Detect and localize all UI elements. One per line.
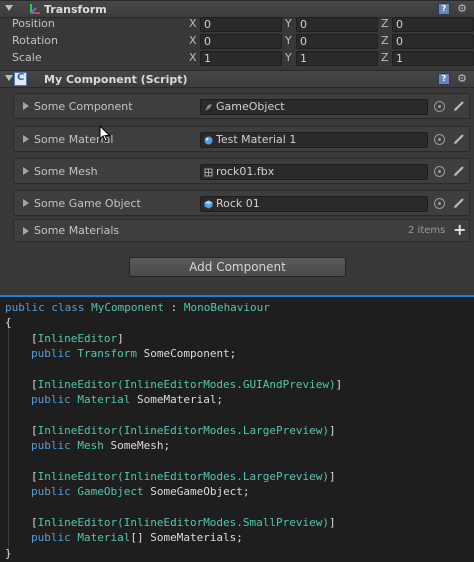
transform-icon [30,4,40,14]
code-line: [InlineEditor(InlineEditorModes.LargePre… [31,470,336,483]
scale-z-field[interactable]: 1 [392,51,474,66]
help-icon[interactable]: ? [438,3,450,15]
code-line: [InlineEditor(InlineEditorModes.LargePre… [31,424,336,437]
expand-arrow-icon[interactable] [23,102,29,110]
code-line: [InlineEditor(InlineEditorModes.GUIAndPr… [31,378,343,391]
pen-icon[interactable] [452,132,466,146]
object-picker-icon[interactable] [434,101,445,112]
position-row: Position X0 Y0 Z0 [0,16,474,33]
slot-some-component[interactable]: Some Component GameObject [13,93,470,119]
object-field[interactable]: rock01.fbx [200,164,428,180]
code-line: [InlineEditor(InlineEditorModes.SmallPre… [31,516,336,529]
slot-label: Some Component [34,100,133,113]
scale-y-field[interactable]: 1 [296,51,378,66]
inspector-panel: Transform ? ⚙ Position X0 Y0 Z0 Rotation… [0,0,474,295]
mouse-cursor-icon [99,125,111,143]
prefab-icon [204,200,213,209]
transform-title: Transform [44,2,107,16]
pen-icon[interactable] [452,196,466,210]
expand-arrow-icon[interactable] [23,167,29,175]
slot-label: Some Game Object [34,197,141,210]
slot-some-game-object[interactable]: Some Game Object Rock 01 [13,190,470,216]
add-item-icon[interactable]: + [453,220,466,239]
scale-row: Scale X1 Y1 Z1 [0,50,474,67]
scale-x-field[interactable]: 1 [200,51,282,66]
expand-arrow-icon[interactable] [23,135,29,143]
material-icon [204,136,213,145]
rotation-x-field[interactable]: 0 [200,34,282,49]
indent-guide [8,321,9,557]
add-component-button[interactable]: Add Component [129,257,346,277]
slot-label: Some Materials [34,224,120,237]
code-line: public Material[] SomeMaterials; [31,531,243,544]
position-label: Position [12,17,55,30]
rotation-label: Rotation [12,34,59,47]
mesh-icon [204,168,213,177]
position-z-field[interactable]: 0 [392,17,474,32]
object-picker-icon[interactable] [434,198,445,209]
gear-icon[interactable]: ⚙ [456,73,468,85]
object-picker-icon[interactable] [434,166,445,177]
my-component-header[interactable]: My Component (Script) ? ⚙ [0,70,474,88]
code-editor: public class MyComponent : MonoBehaviour… [0,295,474,562]
code-line: public Transform SomeComponent; [31,347,237,360]
rotation-y-field[interactable]: 0 [296,34,378,49]
expand-arrow-icon[interactable] [23,199,29,207]
gameobject-icon [205,104,212,111]
pen-icon[interactable] [452,99,466,113]
code-line: public Material SomeMaterial; [31,393,224,406]
fold-arrow-icon[interactable] [5,5,13,11]
code-line: } [5,547,12,560]
expand-arrow-icon[interactable] [23,227,29,235]
rotation-z-field[interactable]: 0 [392,34,474,49]
component-title: My Component (Script) [44,72,188,86]
code-line: [InlineEditor] [31,332,124,345]
scale-label: Scale [12,51,42,64]
position-x-field[interactable]: 0 [200,17,282,32]
script-icon [14,72,27,86]
slot-label: Some Mesh [34,165,98,178]
pen-icon[interactable] [452,164,466,178]
object-field[interactable]: Test Material 1 [200,132,428,148]
help-icon[interactable]: ? [438,73,450,85]
code-line: public class MyComponent : MonoBehaviour [5,301,270,314]
code-line: public Mesh SomeMesh; [31,439,171,452]
code-line: { [5,316,12,329]
rotation-row: Rotation X0 Y0 Z0 [0,33,474,50]
slot-some-materials[interactable]: Some Materials 2 items + [13,219,470,242]
object-picker-icon[interactable] [434,134,445,145]
position-y-field[interactable]: 0 [296,17,378,32]
object-field[interactable]: GameObject [200,99,428,115]
item-count: 2 items [408,225,446,236]
slot-some-material[interactable]: Some Material Test Material 1 [13,126,470,152]
slot-some-mesh[interactable]: Some Mesh rock01.fbx [13,158,470,184]
gear-icon[interactable]: ⚙ [456,3,468,15]
object-field[interactable]: Rock 01 [200,196,428,212]
fold-arrow-icon[interactable] [5,75,13,81]
code-line: public GameObject SomeGameObject; [31,485,250,498]
